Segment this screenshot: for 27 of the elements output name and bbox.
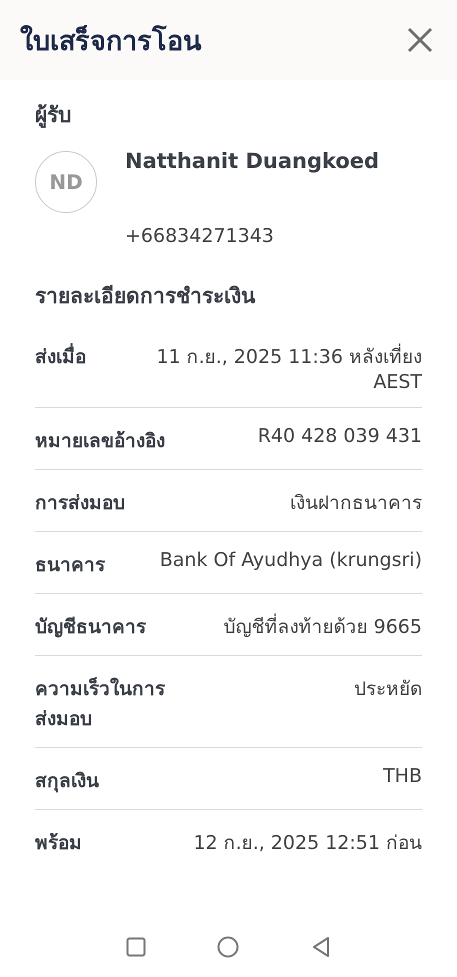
detail-value: R40 428 039 431 — [256, 425, 422, 449]
detail-label: การส่งมอบ — [35, 491, 125, 516]
detail-label: ธนาคาร — [35, 553, 105, 578]
detail-value: ประหยัด — [353, 677, 422, 702]
section-heading: ผู้รับ — [35, 102, 72, 130]
detail-value: Bank Of Ayudhya (krungsri) — [158, 549, 422, 573]
close-icon — [407, 27, 433, 53]
close-button[interactable] — [407, 27, 433, 53]
detail-label: ส่งเมื่อ — [35, 341, 86, 393]
recipient-name: Natthanit Duangkoed — [125, 149, 380, 173]
back-icon[interactable] — [311, 936, 332, 958]
detail-value: เงินฝากธนาคาร — [289, 491, 422, 516]
section-heading: รายละเอียดการชำระเงิน — [35, 283, 256, 310]
detail-value: THB — [382, 765, 422, 789]
detail-value: 12 ก.ย., 2025 12:51 ก่อน — [192, 831, 422, 856]
detail-label: หมายเลขอ้างอิง — [35, 429, 165, 454]
recipient-phone: +66834271343 — [125, 225, 275, 247]
home-icon[interactable] — [217, 936, 240, 958]
detail-label: สกุลเงิน — [35, 769, 99, 794]
detail-label: พร้อม — [35, 831, 82, 856]
detail-value: บัญชีที่ลงท้ายด้วย 9665 — [166, 611, 422, 641]
detail-value: 11 ก.ย., 2025 11:36 หลังเที่ยง AEST — [106, 341, 422, 393]
recent-apps-icon[interactable] — [126, 937, 146, 957]
avatar-circle: ND — [35, 151, 97, 213]
screen-title: ใบเสร็จการโอน — [20, 24, 201, 58]
detail-label: ความเร็วในการส่งมอบ — [35, 676, 166, 732]
detail-label: บัญชีธนาคาร — [35, 615, 146, 640]
